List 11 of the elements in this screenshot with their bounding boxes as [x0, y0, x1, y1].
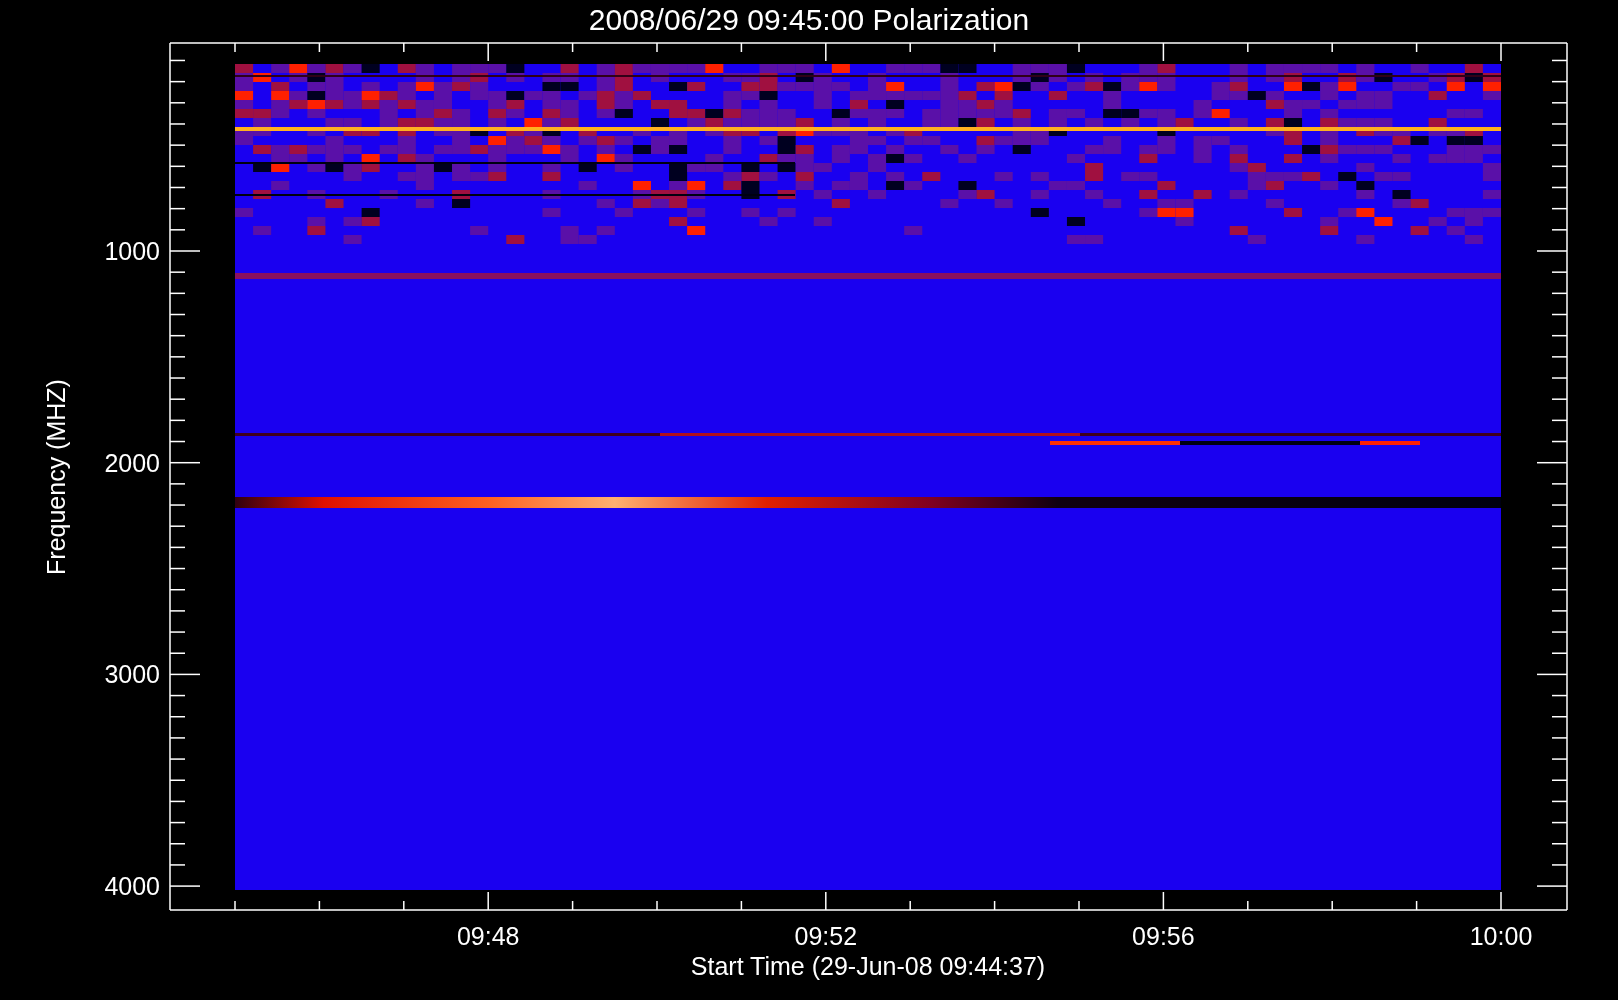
y-tick-label: 3000 [104, 660, 160, 689]
y-axis-label: Frequency (MHZ) [42, 379, 70, 575]
x-tick-label: 09:48 [456, 922, 520, 950]
x-tick-label: 10:00 [1469, 922, 1533, 950]
x-tick-label: 09:52 [794, 922, 858, 950]
y-tick-label: 1000 [104, 237, 160, 265]
x-axis-label: Start Time (29-Jun-08 09:44:37) [690, 952, 1046, 980]
y-tick-label: 4000 [104, 872, 160, 901]
y-tick-label: 2000 [104, 448, 160, 477]
x-tick-label: 09:56 [1132, 922, 1195, 950]
chart-title: 2008/06/29 09:45:00 Polarization [588, 3, 1030, 36]
